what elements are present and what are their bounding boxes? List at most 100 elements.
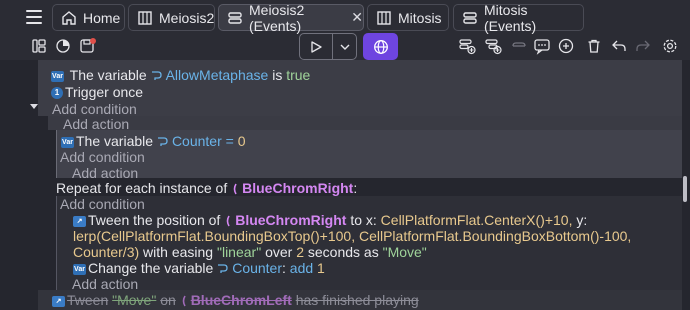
tab-mitosis-events[interactable]: Mitosis (Events) [453, 1, 584, 34]
preview-dropdown-button[interactable] [333, 34, 356, 59]
variable-name: AllowMetaphase [165, 67, 269, 83]
chevron-down-icon [340, 44, 349, 50]
text: The variable [76, 133, 154, 149]
text: Tween [67, 292, 109, 308]
play-icon [311, 40, 322, 53]
events-icon [228, 11, 242, 24]
operator: add [289, 260, 314, 276]
close-icon[interactable]: ✕ [351, 9, 363, 26]
add-comment-icon [510, 37, 528, 55]
preview-button-group [299, 33, 357, 60]
add-subevent-icon[interactable] [484, 37, 502, 55]
text: Tween the position of [88, 212, 221, 228]
value: 0 [237, 133, 246, 149]
menu-icon[interactable] [26, 10, 42, 24]
condition-variable-allowmetaphase[interactable]: Var The variable AllowMetaphase is true [51, 67, 310, 84]
tween-icon: ↗ [73, 215, 86, 227]
variable-glyph-icon [218, 264, 228, 274]
save-icon[interactable] [79, 37, 97, 55]
text: y: [576, 212, 588, 228]
text: Change the variable [88, 260, 214, 276]
variable-name: Counter [232, 260, 283, 276]
tab-bar: Home Meiosis2 Meiosis2 (Events) ✕ Mitosi… [0, 0, 690, 34]
text: The variable [69, 67, 147, 83]
panels-icon[interactable] [30, 37, 48, 55]
object-icon [233, 183, 237, 195]
text: Repeat for each instance of [56, 180, 228, 196]
condition-tween-finished[interactable]: ↗ Tween "Move" on BlueChromLeft has finis… [52, 292, 419, 309]
easing-value: "linear" [216, 244, 262, 260]
repeat-for-each-header[interactable]: Repeat for each instance of BlueChromRig… [56, 180, 357, 197]
variable-icon: Var [51, 70, 64, 82]
globe-icon [373, 39, 388, 54]
add-event-icon[interactable] [458, 37, 476, 55]
events-icon [463, 11, 477, 24]
home-icon [62, 10, 76, 25]
variable-name: Counter [171, 133, 222, 149]
text: over [265, 244, 293, 260]
settings-icon[interactable] [661, 37, 679, 55]
event-actions-block [48, 116, 682, 130]
variable-icon: Var [61, 136, 74, 148]
tab-home[interactable]: Home [52, 4, 125, 31]
scene-icon [138, 10, 152, 25]
scene-icon [377, 10, 391, 25]
tab-meiosis2-events[interactable]: Meiosis2 (Events) ✕ [218, 1, 364, 34]
tween-name: "Move" [112, 292, 157, 308]
text: on [160, 292, 176, 308]
text: with easing [143, 244, 214, 260]
condition-trigger-once[interactable]: 1 Trigger once [51, 84, 143, 101]
add-action-link[interactable]: Add action [72, 276, 138, 293]
trigger-once-icon: 1 [51, 87, 63, 100]
publish-button[interactable] [363, 33, 398, 60]
events-sheet: Var The variable AllowMetaphase is true … [0, 60, 690, 310]
tab-meiosis2[interactable]: Meiosis2 [128, 4, 215, 31]
vertical-scrollbar[interactable] [683, 176, 687, 202]
delete-icon[interactable] [585, 37, 603, 55]
undo-icon[interactable] [610, 37, 628, 55]
tab-mitosis[interactable]: Mitosis [367, 4, 449, 31]
text: has finished playing [295, 292, 419, 308]
action-tween-line3[interactable]: Counter/3) with easing "linear" over 2 s… [73, 244, 427, 261]
add-condition-link[interactable]: Add condition [60, 149, 145, 166]
collapse-arrow-icon[interactable] [30, 97, 38, 113]
text: is [272, 67, 283, 83]
text: seconds as [307, 244, 379, 260]
value: 1 [317, 260, 325, 276]
text: : [282, 260, 286, 276]
action-tween-line2[interactable]: lerp(CellPlatformFlat.BoundingBoxTop()+1… [73, 228, 631, 245]
operator: = [225, 133, 234, 149]
expression: CellPlatformFlat.CenterX()+10, [380, 212, 573, 228]
tween-icon: ↗ [52, 295, 65, 307]
variable-glyph-icon [151, 71, 162, 81]
text: to x: [350, 212, 377, 228]
variable-icon: Var [73, 263, 86, 275]
text: : [353, 180, 358, 196]
add-icon[interactable] [557, 37, 575, 55]
tab-label: Mitosis [398, 9, 442, 26]
add-condition-link[interactable]: Add condition [60, 196, 145, 213]
action-variable-counter[interactable]: Var The variable Counter = 0 [61, 133, 246, 150]
expression: Counter/3) [73, 244, 140, 260]
text: Trigger once [65, 84, 144, 100]
redo-icon [634, 37, 652, 55]
profiler-icon[interactable] [54, 37, 72, 55]
object-name: BlueChromRight [235, 212, 347, 228]
add-action-link[interactable]: Add action [63, 116, 129, 133]
tab-label: Home [83, 9, 121, 26]
object-name: BlueChromRight [242, 180, 354, 196]
action-tween-line1[interactable]: ↗ Tween the position of BlueChromRight to… [73, 212, 587, 229]
action-change-variable[interactable]: Var Change the variable Counter: add 1 [73, 260, 325, 277]
tween-name: "Move" [382, 244, 427, 260]
duration-value: 2 [296, 244, 304, 260]
comment-icon[interactable] [533, 37, 551, 55]
tab-label: Mitosis (Events) [484, 1, 537, 34]
object-icon [182, 295, 186, 307]
variable-value: true [286, 67, 311, 83]
tab-label: Meiosis2 (Events) [249, 1, 305, 34]
object-name: BlueChromLeft [190, 292, 292, 308]
play-button[interactable] [300, 34, 333, 59]
variable-glyph-icon [157, 137, 168, 147]
tab-label: Meiosis2 [159, 9, 215, 26]
object-icon [226, 215, 230, 227]
